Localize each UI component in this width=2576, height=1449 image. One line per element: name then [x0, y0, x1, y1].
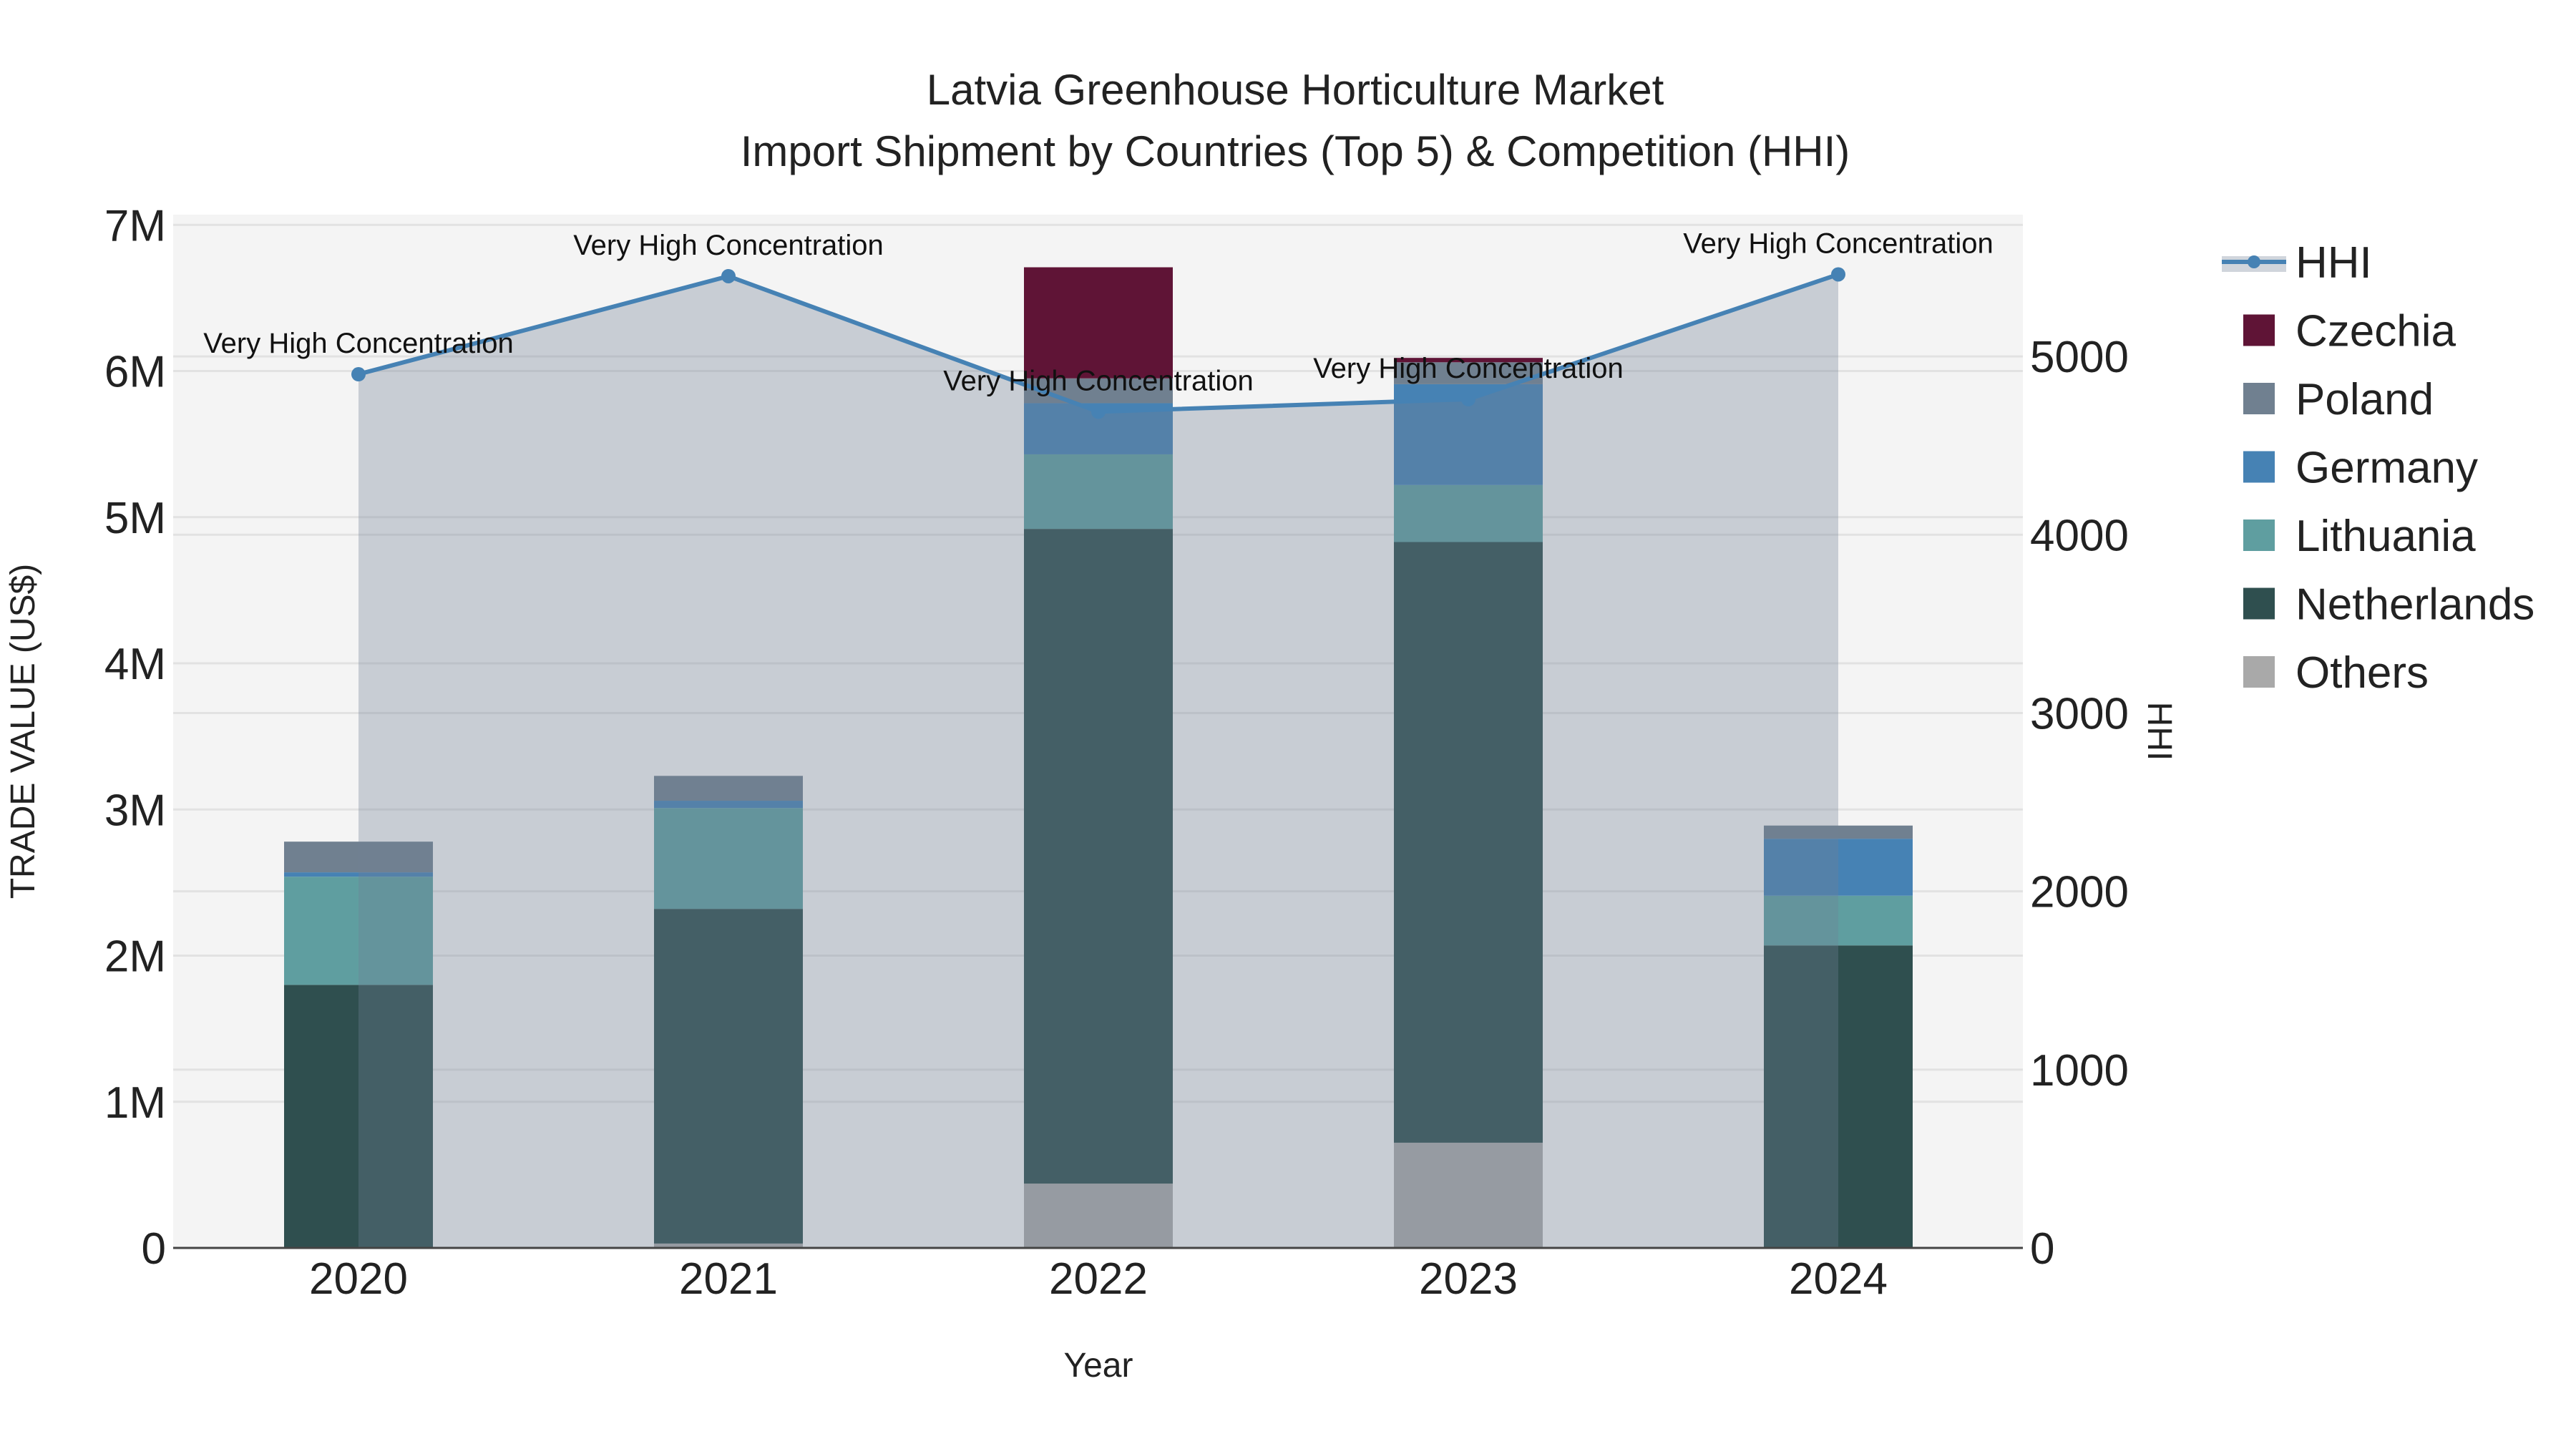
legend-label-germany[interactable]: Germany: [2296, 444, 2478, 493]
chart-title-line1: Latvia Greenhouse Horticulture Market: [927, 66, 1664, 114]
y2-tick-label: 2000: [2030, 868, 2129, 917]
legend-swatch-netherlands: [2243, 587, 2275, 620]
legend-label-poland[interactable]: Poland: [2296, 375, 2434, 424]
legend-swatch-lithuania: [2243, 519, 2275, 551]
hhi-point-2020: [351, 367, 366, 382]
y2-tick-label: 1000: [2030, 1046, 2129, 1096]
legend-marker-hhi: [2248, 255, 2260, 268]
legend-label-others[interactable]: Others: [2296, 648, 2429, 698]
legend-label-netherlands[interactable]: Netherlands: [2296, 580, 2534, 630]
legend-swatch-czechia: [2243, 314, 2275, 346]
hhi-point-2023: [1461, 391, 1475, 406]
y-tick-label: 7M: [104, 201, 166, 250]
hhi-point-2024: [1831, 267, 1845, 282]
legend-swatch-poland: [2243, 383, 2275, 414]
x-tick-label: 2023: [1419, 1254, 1518, 1304]
legend-label-czechia[interactable]: Czechia: [2296, 307, 2457, 356]
y-tick-label: 5M: [104, 494, 166, 543]
y-tick-label: 2M: [104, 932, 166, 982]
x-tick-label: 2021: [679, 1254, 778, 1304]
hhi-annotation: Very High Concentration: [943, 365, 1254, 396]
chart-title-line2: Import Shipment by Countries (Top 5) & C…: [741, 127, 1850, 175]
legend: HHI Czechia Poland Germany Lithuania Netherla…: [2222, 238, 2534, 698]
x-tick-label: 2020: [309, 1254, 408, 1304]
hhi-point-2022: [1091, 404, 1106, 419]
hhi-annotation: Very High Concentration: [1313, 353, 1624, 384]
x-axis-title: Year: [1064, 1347, 1133, 1385]
hhi-layer: Very High Concentration Very High Concent…: [203, 228, 1994, 1249]
y-axis-title: TRADE VALUE (US$): [4, 564, 42, 899]
hhi-annotation: Very High Concentration: [1683, 228, 1994, 259]
y2-tick-label: 3000: [2030, 689, 2129, 738]
legend-label-hhi[interactable]: HHI: [2296, 238, 2372, 288]
y2-axis-title: HHI: [2140, 702, 2178, 761]
bar-czechia-2022: [1024, 267, 1173, 379]
y-tick-label: 4M: [104, 640, 166, 689]
hhi-area: [358, 274, 1838, 1249]
x-tick-label: 2022: [1049, 1254, 1148, 1304]
hhi-annotation: Very High Concentration: [573, 230, 884, 261]
y2-tick-label: 5000: [2030, 333, 2129, 382]
y-tick-label: 3M: [104, 786, 166, 835]
x-tick-label: 2024: [1789, 1254, 1888, 1304]
legend-label-lithuania[interactable]: Lithuania: [2296, 512, 2476, 561]
legend-swatch-others: [2243, 656, 2275, 688]
y2-tick-label: 0: [2030, 1224, 2054, 1274]
hhi-point-2021: [721, 268, 736, 283]
y2-tick-label: 4000: [2030, 511, 2129, 560]
y-tick-label: 6M: [104, 348, 166, 397]
chart: Very High Concentration Very High Concent…: [4, 66, 2534, 1385]
y-tick-label: 0: [142, 1224, 166, 1274]
y-tick-label: 1M: [104, 1078, 166, 1128]
legend-swatch-germany: [2243, 451, 2275, 483]
hhi-annotation: Very High Concentration: [203, 328, 514, 359]
